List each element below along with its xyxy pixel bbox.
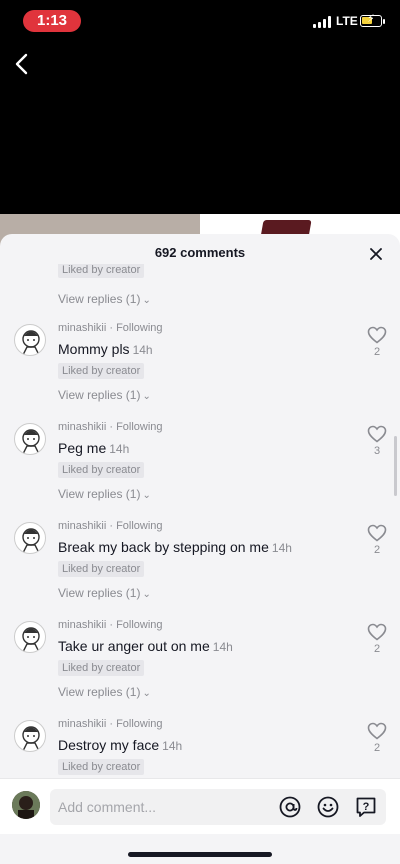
comment-item: minashikii · Following Peg me 14h Liked b… [0, 419, 400, 515]
comment-username[interactable]: minashikii · Following [58, 421, 163, 433]
comment-text: Destroy my face 14h [58, 737, 183, 753]
emoji-button[interactable] [316, 795, 340, 819]
avatar-drawing [22, 726, 40, 751]
svg-text:?: ? [363, 801, 370, 813]
avatar-drawing [12, 791, 40, 819]
liked-by-creator-badge: Liked by creator [58, 462, 145, 478]
comment-item: minashikii · Following Destroy my face 14… [0, 716, 400, 778]
like-count: 2 [373, 346, 381, 358]
avatar-drawing [22, 528, 40, 553]
avatar[interactable] [14, 522, 46, 554]
partial-comment: Liked by creator [58, 264, 145, 278]
comment-time: 14h [132, 343, 153, 357]
current-user-avatar[interactable] [12, 791, 40, 819]
liked-by-creator-badge: Liked by creator [58, 363, 145, 379]
chevron-down-icon: ⌄ [142, 688, 151, 699]
view-replies-link[interactable]: View replies (1) ⌄ [58, 685, 151, 699]
chevron-left-icon [15, 53, 28, 75]
avatar-drawing [22, 330, 40, 355]
question-sticker-button[interactable]: ? [354, 795, 378, 819]
like-button[interactable]: 2 [366, 623, 388, 663]
emoji-icon [317, 796, 339, 818]
comment-time: 14h [271, 541, 292, 555]
comment-item: minashikii · Following Take ur anger out… [0, 617, 400, 713]
like-count: 3 [373, 445, 381, 457]
cellular-signal-icon [313, 16, 333, 28]
comment-text: Mommy pls 14h [58, 341, 153, 357]
like-button[interactable]: 2 [366, 326, 388, 366]
comment-time: 14h [109, 442, 130, 456]
view-replies-link[interactable]: View replies (1) ⌄ [58, 388, 151, 402]
liked-by-creator-badge: Liked by creator [58, 759, 145, 775]
view-replies-link[interactable]: View replies (1) ⌄ [58, 292, 151, 306]
comments-sheet: 692 comments Liked by creator View repli… [0, 234, 400, 864]
battery-icon: ⚡ [360, 13, 382, 27]
heart-outline-icon [367, 326, 387, 344]
avatar[interactable] [14, 621, 46, 653]
scrollbar[interactable] [394, 436, 397, 496]
comment-text: Break my back by stepping on me 14h [58, 539, 292, 555]
network-type: LTE [336, 14, 358, 28]
like-count: 2 [373, 742, 381, 754]
comment-username[interactable]: minashikii · Following [58, 718, 163, 730]
comment-username[interactable]: minashikii · Following [58, 520, 163, 532]
comment-text: Take ur anger out on me 14h [58, 638, 233, 654]
heart-outline-icon [367, 722, 387, 740]
comment-username[interactable]: minashikii · Following [58, 619, 163, 631]
avatar[interactable] [14, 324, 46, 356]
heart-outline-icon [367, 524, 387, 542]
comment-text: Peg me 14h [58, 440, 130, 456]
comment-input-bar: ? [0, 778, 400, 834]
avatar-drawing [22, 627, 40, 652]
close-icon [370, 248, 382, 260]
like-button[interactable]: 2 [366, 524, 388, 564]
question-sticker-icon: ? [356, 797, 376, 817]
like-count: 2 [373, 544, 381, 556]
avatar-drawing [22, 429, 40, 454]
mention-button[interactable] [278, 795, 302, 819]
like-button[interactable]: 3 [366, 425, 388, 465]
comment-list[interactable]: Liked by creator View replies (1) ⌄ minas… [0, 264, 400, 778]
status-bar: 1:13 LTE ⚡ [0, 0, 400, 44]
heart-outline-icon [367, 623, 387, 641]
comment-input[interactable] [58, 797, 268, 817]
chevron-down-icon: ⌄ [142, 589, 151, 600]
home-indicator[interactable] [128, 852, 272, 857]
view-replies-link[interactable]: View replies (1) ⌄ [58, 586, 151, 600]
liked-by-creator-badge: Liked by creator [58, 660, 145, 676]
comments-count-title: 692 comments [154, 245, 246, 260]
heart-outline-icon [367, 425, 387, 443]
back-button[interactable] [12, 52, 34, 76]
avatar[interactable] [14, 423, 46, 455]
liked-by-creator-badge: Liked by creator [58, 264, 145, 278]
liked-by-creator-badge: Liked by creator [58, 561, 145, 577]
comment-item: minashikii · Following Break my back by … [0, 518, 400, 614]
comment-time: 14h [162, 739, 183, 753]
view-replies-label: View replies (1) [58, 292, 141, 306]
status-time: 1:13 [23, 10, 81, 32]
comment-time: 14h [212, 640, 233, 654]
comment-username[interactable]: minashikii · Following [58, 322, 163, 334]
like-count: 2 [373, 643, 381, 655]
avatar[interactable] [14, 720, 46, 752]
chevron-down-icon: ⌄ [142, 490, 151, 501]
like-button[interactable]: 2 [366, 722, 388, 762]
battery-cap [383, 19, 385, 24]
comment-item: minashikii · Following Mommy pls 14h Like… [0, 320, 400, 416]
close-button[interactable] [368, 246, 384, 262]
chevron-down-icon: ⌄ [142, 295, 151, 306]
chevron-down-icon: ⌄ [142, 391, 151, 402]
comment-input-box[interactable]: ? [50, 789, 386, 825]
at-sign-icon [279, 796, 301, 818]
view-replies-link[interactable]: View replies (1) ⌄ [58, 487, 151, 501]
